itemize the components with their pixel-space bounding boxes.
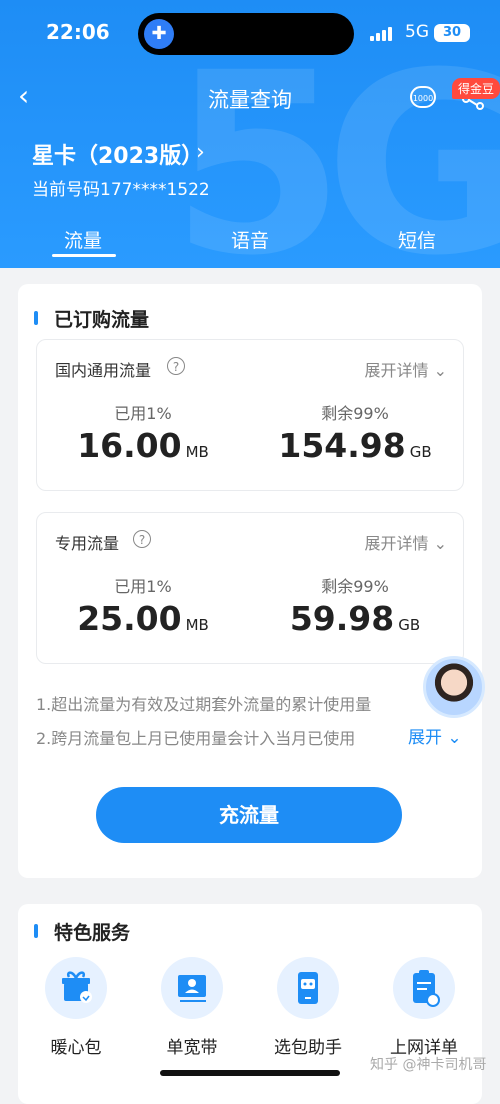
- service-label: 暖心包: [50, 1038, 102, 1058]
- tab-data[interactable]: 流量: [64, 226, 102, 253]
- help-icon[interactable]: ?: [133, 530, 151, 548]
- service-usage-details[interactable]: 上网详单: [374, 957, 474, 1058]
- help-icon[interactable]: ?: [167, 357, 185, 375]
- remaining-percent: 剩余99%: [321, 404, 389, 423]
- service-label: 单宽带: [166, 1038, 218, 1058]
- nav-bar: ‹ 流量查询 1000: [0, 76, 500, 118]
- header: 5G 22:06 ✚ 5G 30 ‹ 流量查询 1000 得金豆 星卡（2023…: [0, 0, 500, 268]
- special-data-box: 专用流量 ? 展开详情 ⌄ 已用1% 剩余99% 25.00 MB 59.98 GB: [36, 512, 464, 664]
- remaining-value: 154.98 GB: [278, 426, 432, 465]
- clipboard-icon: [393, 957, 455, 1019]
- home-indicator: [160, 1070, 340, 1076]
- used-value: 25.00 MB: [77, 599, 209, 638]
- remaining-percent: 剩余99%: [321, 577, 389, 596]
- watermark: 知乎 @神卡司机哥: [370, 1057, 487, 1073]
- status-time: 22:06: [46, 20, 110, 44]
- domestic-data-box: 国内通用流量 ? 展开详情 ⌄ 已用1% 剩余99% 16.00 MB 154.9…: [36, 339, 464, 491]
- app-logo-icon: ✚: [144, 19, 174, 49]
- assistant-avatar[interactable]: [423, 656, 485, 718]
- remaining-value: 59.98 GB: [289, 599, 421, 638]
- notes: 1.超出流量为有效及过期套外流量的累计使用量 2.跨月流量包上月已使用量会计入当…: [36, 688, 456, 756]
- expand-details-link[interactable]: 展开详情 ⌄: [364, 357, 447, 381]
- expand-details-link[interactable]: 展开详情 ⌄: [364, 530, 447, 554]
- status-bar: 22:06 ✚ 5G 30: [0, 0, 500, 60]
- section-title: 已订购流量: [54, 309, 150, 331]
- current-number: 当前号码177****1522: [32, 180, 210, 200]
- reward-badge[interactable]: 得金豆: [452, 78, 500, 99]
- services-title: 特色服务: [54, 922, 131, 944]
- recharge-data-button[interactable]: 充流量: [96, 787, 402, 843]
- note-1: 1.超出流量为有效及过期套外流量的累计使用量: [36, 695, 372, 714]
- box-label: 专用流量: [55, 534, 120, 553]
- robot-phone-icon: [277, 957, 339, 1019]
- service-broadband[interactable]: 单宽带: [142, 957, 242, 1058]
- battery-icon: 30: [434, 24, 470, 42]
- tab-sms[interactable]: 短信: [398, 226, 436, 253]
- tab-voice[interactable]: 语音: [231, 226, 269, 253]
- chevron-right-icon[interactable]: ›: [196, 140, 205, 165]
- used-percent: 已用1%: [114, 404, 172, 423]
- tab-active-indicator: [52, 254, 116, 257]
- points-icon[interactable]: 1000: [410, 86, 436, 108]
- box-label: 国内通用流量: [55, 361, 152, 380]
- dynamic-island: ✚: [138, 13, 354, 55]
- network-type: 5G: [405, 22, 429, 42]
- gift-icon: [45, 957, 107, 1019]
- signal-icon: [370, 25, 398, 41]
- service-package-assistant[interactable]: 选包助手: [258, 957, 358, 1058]
- broadband-card-icon: [161, 957, 223, 1019]
- expand-notes-link[interactable]: 展开 ⌄: [406, 723, 462, 748]
- tab-bar: 流量 语音 短信: [0, 222, 500, 262]
- card-plan-name[interactable]: 星卡（2023版）: [32, 138, 203, 170]
- used-value: 16.00 MB: [77, 426, 209, 465]
- note-2: 2.跨月流量包上月已使用量会计入当月已使用: [36, 729, 356, 748]
- service-warm-package[interactable]: 暖心包: [26, 957, 126, 1058]
- used-percent: 已用1%: [114, 577, 172, 596]
- service-label: 选包助手: [274, 1038, 342, 1058]
